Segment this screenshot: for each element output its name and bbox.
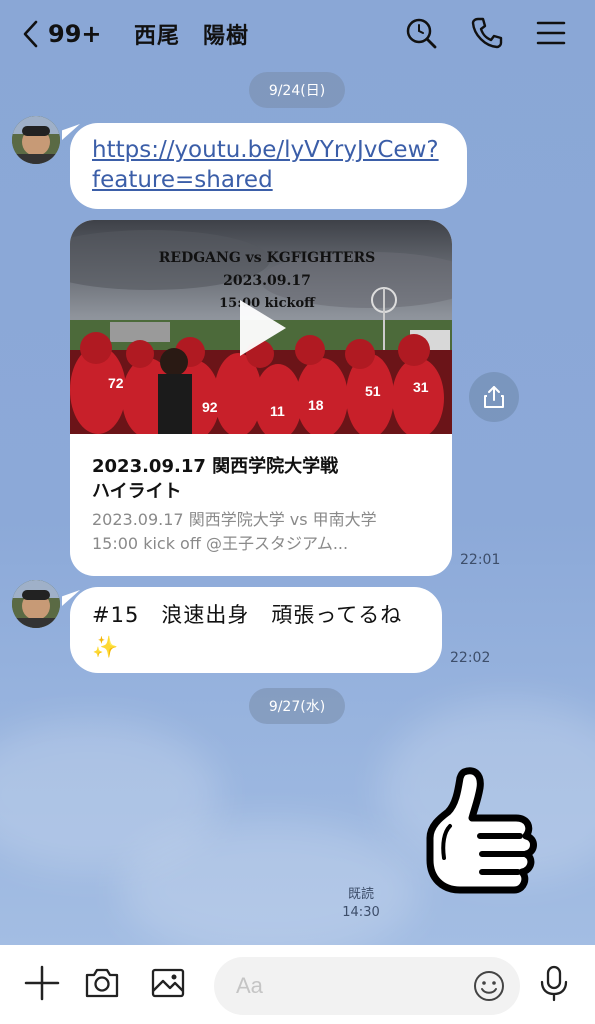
unread-count: 99+ [48,20,102,48]
svg-text:11: 11 [270,403,285,419]
svg-text:92: 92 [202,399,218,415]
svg-text:31: 31 [413,379,429,395]
link-message-bubble[interactable]: https://youtu.be/lyVYryJvCew? feature=sh… [70,123,467,209]
search-icon[interactable] [404,16,438,50]
image-icon[interactable] [148,963,188,1003]
card-description: 2023.09.17 関西学院大学 vs 甲南大学 15:00 kick off… [92,510,377,553]
message-input[interactable] [236,957,476,1015]
video-thumbnail[interactable]: 72 92 11 18 51 31 REDGANG vs KGFIGHTERS … [70,220,452,434]
message-text: #15 浪速出身 頑張ってるね [92,603,403,627]
avatar[interactable] [12,580,60,628]
thumbnail-title: REDGANG vs KGFIGHTERS [159,250,375,266]
message-time: 22:02 [450,650,491,666]
date-separator: 9/27(水) [249,688,345,724]
avatar[interactable] [12,116,60,164]
link-line[interactable]: feature=shared [92,165,439,195]
message-input-container [214,957,520,1015]
svg-text:18: 18 [308,397,324,413]
date-separator: 9/24(日) [249,72,345,108]
camera-icon[interactable] [82,963,122,1003]
share-icon [484,386,504,408]
card-title: 2023.09.17 関西学院大学戦 ハイライト [92,456,339,502]
link-line[interactable]: https://youtu.be/lyVYryJvCew? [92,135,439,165]
share-button[interactable] [469,372,519,422]
svg-text:51: 51 [365,383,381,399]
plus-icon[interactable] [22,963,62,1003]
avatar-photo [12,116,60,164]
menu-icon[interactable] [534,16,568,50]
sparkles-emoji: ✨ [92,635,120,659]
back-chevron-icon [23,20,38,48]
avatar-photo [12,580,60,628]
svg-text:72: 72 [108,375,124,391]
phone-icon[interactable] [470,16,504,50]
message-time: 22:01 [460,552,501,568]
read-receipt: 既読 14:30 [342,887,380,920]
thumbnail-kickoff: 15:00 kickoff [219,296,316,311]
input-bar [0,945,595,1024]
thumbnail-image: 72 92 11 18 51 31 REDGANG vs KGFIGHTERS … [70,220,452,434]
back-button[interactable]: 99+ [22,18,112,50]
contact-name[interactable]: 西尾 陽樹 [134,18,249,50]
thumbnail-date: 2023.09.17 [223,273,311,289]
text-message-bubble[interactable]: #15 浪速出身 頑張ってるね ✨ [70,587,442,673]
microphone-icon[interactable] [534,963,574,1003]
emoji-icon[interactable] [472,969,506,1003]
thumbs-up-sticker[interactable] [420,766,550,900]
link-preview-card[interactable]: 72 92 11 18 51 31 REDGANG vs KGFIGHTERS … [70,220,452,576]
chat-header: 99+ 西尾 陽樹 [0,0,595,66]
